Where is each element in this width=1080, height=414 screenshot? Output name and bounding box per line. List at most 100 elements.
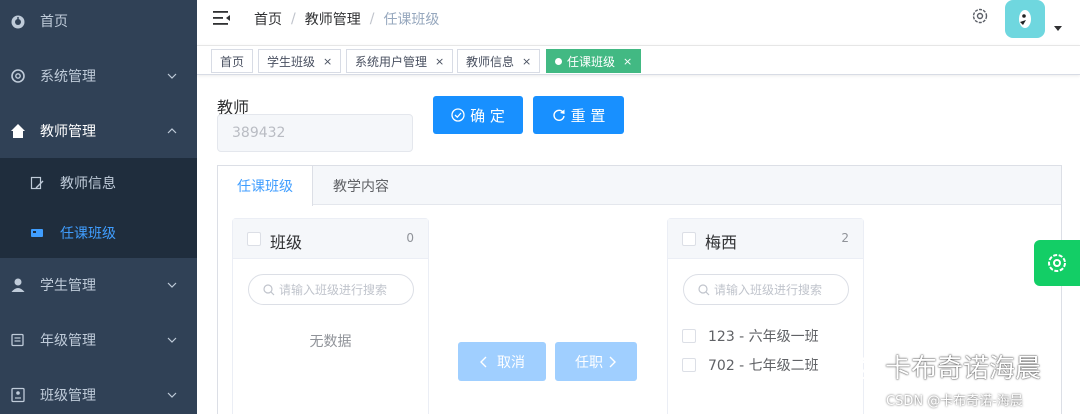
- move-right-button[interactable]: 任职: [555, 342, 637, 381]
- search-input[interactable]: 请输入班级进行搜索: [248, 274, 414, 305]
- search-icon: [698, 283, 710, 296]
- panel-title: 梅西: [705, 233, 738, 252]
- home-icon: [10, 123, 26, 139]
- sidebar-subitem-teaching-class[interactable]: 任课班级: [0, 208, 197, 258]
- caret-down-icon[interactable]: [1054, 26, 1062, 31]
- search-placeholder: 请输入班级进行搜索: [714, 283, 823, 297]
- tag-home[interactable]: 首页: [211, 49, 254, 73]
- tag-teacher-info[interactable]: 教师信息 ×: [457, 49, 541, 73]
- avatar-figure-icon: [1019, 10, 1031, 28]
- panel-header: 梅西 2: [668, 219, 863, 259]
- close-icon[interactable]: ×: [522, 55, 531, 68]
- tag-label: 首页: [220, 54, 245, 69]
- breadcrumb-separator: /: [369, 11, 375, 27]
- teacher-input[interactable]: 389432: [217, 114, 413, 152]
- list-item[interactable]: 123 - 六年级一班: [682, 326, 819, 346]
- navbar: 首页 / 教师管理 / 任课班级: [197, 0, 1080, 38]
- breadcrumb-separator: /: [291, 11, 296, 27]
- close-icon[interactable]: ×: [623, 55, 632, 68]
- tabs-header: 任课班级 教学内容: [218, 166, 1061, 206]
- chevron-down-icon: [167, 282, 177, 288]
- search-placeholder: 请输入班级进行搜索: [279, 283, 388, 297]
- tag-label: 系统用户管理: [355, 54, 428, 69]
- tag-label: 学生班级: [267, 54, 316, 69]
- card-icon: [30, 226, 44, 240]
- wechat-logo-icon: [839, 352, 877, 382]
- reset-button-label: 重 置: [570, 106, 606, 125]
- sidebar: 首页 系统管理 教师管理 教师信息 任课班级 学生管理 年级管理 班级管理: [0, 0, 197, 414]
- close-icon[interactable]: ×: [323, 55, 332, 68]
- reset-button[interactable]: 重 置: [533, 96, 624, 134]
- user-icon: [10, 277, 26, 293]
- tag-label: 教师信息: [466, 54, 515, 69]
- active-dot: [555, 57, 562, 65]
- item-checkbox[interactable]: [682, 358, 696, 372]
- empty-text: 无数据: [309, 334, 352, 350]
- csdn-watermark: CSDN @卡布奇诺-海晨: [886, 394, 1023, 409]
- watermark: 卡布奇诺海晨: [839, 348, 1041, 385]
- sidebar-item-label: 首页: [40, 14, 68, 30]
- search-icon: [263, 283, 275, 296]
- chevron-right-icon: [609, 356, 616, 367]
- close-icon[interactable]: ×: [435, 55, 444, 68]
- sidebar-item-home[interactable]: 首页: [0, 0, 197, 48]
- tag-student-class[interactable]: 学生班级 ×: [258, 49, 342, 73]
- sidebar-item-label: 任课班级: [60, 226, 116, 242]
- sidebar-item-label: 年级管理: [40, 333, 96, 349]
- list-item-label: 702 - 七年级二班: [708, 358, 819, 374]
- panel-title: 班级: [270, 233, 303, 252]
- sidebar-item-class[interactable]: 班级管理: [0, 368, 197, 414]
- tab-teaching-content[interactable]: 教学内容: [313, 166, 409, 205]
- breadcrumb-current: 任课班级: [383, 12, 440, 28]
- theme-settings-button[interactable]: [1034, 240, 1080, 286]
- dashboard-icon: [10, 13, 26, 29]
- sidebar-item-grade[interactable]: 年级管理: [0, 313, 197, 367]
- avatar[interactable]: [1005, 0, 1045, 38]
- tag-system-user[interactable]: 系统用户管理 ×: [346, 49, 454, 73]
- list-item[interactable]: 702 - 七年级二班: [682, 355, 819, 375]
- chevron-down-icon: [167, 73, 177, 79]
- move-left-label: 取消: [497, 354, 525, 371]
- sidebar-subitem-teacher-info[interactable]: 教师信息: [0, 158, 197, 208]
- tag-label: 任课班级: [567, 54, 616, 69]
- panel-count: 0: [406, 231, 414, 245]
- tab-label: 教学内容: [333, 178, 389, 195]
- confirm-button-label: 确 定: [470, 106, 505, 125]
- list-icon: [10, 332, 26, 348]
- select-all-checkbox[interactable]: [682, 232, 696, 246]
- chevron-down-icon: [167, 337, 177, 343]
- confirm-button[interactable]: 确 定: [433, 96, 523, 134]
- teacher-input-value: 389432: [232, 125, 286, 141]
- gear-icon: [1048, 254, 1066, 272]
- gear-icon[interactable]: [971, 7, 989, 25]
- sidebar-item-label: 学生管理: [40, 278, 96, 294]
- sidebar-item-student[interactable]: 学生管理: [0, 258, 197, 312]
- move-left-button[interactable]: 取消: [458, 342, 546, 381]
- sidebar-item-teacher[interactable]: 教师管理: [0, 104, 197, 158]
- chevron-left-icon: [480, 356, 487, 367]
- select-all-checkbox[interactable]: [247, 232, 261, 246]
- sidebar-item-label: 班级管理: [40, 388, 96, 404]
- tag-teaching-class[interactable]: 任课班级 ×: [546, 49, 642, 73]
- edit-doc-icon: [30, 176, 44, 190]
- search-input[interactable]: 请输入班级进行搜索: [683, 274, 849, 305]
- list-item-label: 123 - 六年级一班: [708, 329, 819, 345]
- sidebar-item-label: 教师管理: [40, 124, 96, 140]
- sidebar-item-system[interactable]: 系统管理: [0, 49, 197, 103]
- breadcrumb: 首页 / 教师管理 / 任课班级: [254, 9, 439, 29]
- transfer-panel-right: 梅西 2 请输入班级进行搜索 123 - 六年级一班 702 - 七年级二班: [667, 218, 864, 414]
- tab-label: 任课班级: [237, 179, 293, 195]
- transfer-panel-left: 班级 0 请输入班级进行搜索 无数据: [232, 218, 429, 414]
- move-right-label: 任职: [575, 354, 603, 371]
- chevron-up-icon: [167, 128, 177, 134]
- tags-view: 首页 学生班级 × 系统用户管理 × 教师信息 × 任课班级 ×: [197, 45, 1080, 75]
- breadcrumb-item[interactable]: 教师管理: [305, 9, 361, 29]
- sidebar-item-label: 教师信息: [60, 176, 116, 192]
- refresh-icon: [552, 108, 566, 122]
- sidebar-item-label: 系统管理: [40, 69, 96, 85]
- hamburger-icon[interactable]: [213, 10, 231, 26]
- item-checkbox[interactable]: [682, 329, 696, 343]
- form-icon: [10, 387, 26, 403]
- tab-teaching-class[interactable]: 任课班级: [218, 166, 313, 206]
- breadcrumb-item[interactable]: 首页: [254, 9, 282, 29]
